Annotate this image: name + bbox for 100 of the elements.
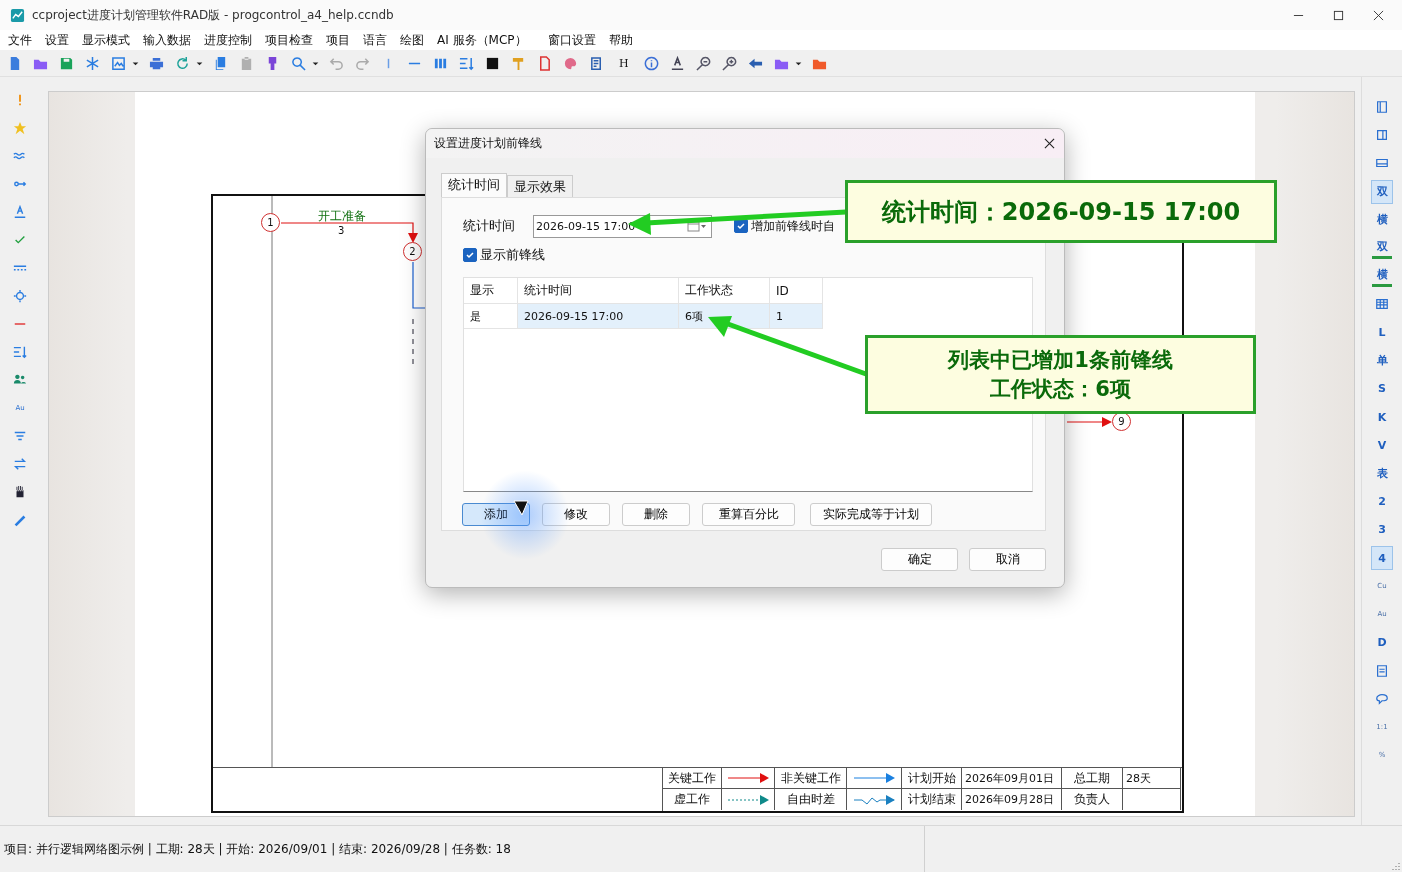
legend-arrow <box>852 792 896 807</box>
checkmark-icon <box>736 221 746 231</box>
table-cell: 1 <box>770 304 823 329</box>
legend-label: 虚工作 <box>663 789 722 810</box>
app-icon <box>10 7 25 23</box>
zoom-in-icon[interactable] <box>721 55 737 71</box>
document-icon[interactable] <box>537 55 552 71</box>
dialog-button[interactable]: 取消 <box>969 548 1046 571</box>
swap-icon[interactable] <box>13 457 27 471</box>
view-button[interactable]: 双 <box>1372 237 1392 259</box>
view-button[interactable]: S <box>1372 377 1392 400</box>
close-icon[interactable] <box>1373 9 1384 21</box>
printer-icon[interactable] <box>149 55 164 71</box>
zoom-out-icon[interactable] <box>695 55 711 71</box>
legend-label: 自由时差 <box>775 789 847 810</box>
view-button[interactable]: 4 <box>1371 546 1393 571</box>
menu-item[interactable]: 显示模式 <box>82 31 130 49</box>
window-title: ccproject进度计划管理软件RAD版 - progcontrol_a4_help.ccndb <box>32 6 394 24</box>
menu-item[interactable]: AI 服务（MCP） <box>437 31 527 49</box>
gear-icon[interactable] <box>13 289 27 303</box>
palette-icon[interactable] <box>563 55 578 71</box>
status-text: 项目: 并行逻辑网络图示例 | 工期: 28天 | 开始: 2026/09/01 | 结束: 2026/09/28 | 任务数: 18 <box>3 840 512 858</box>
view-button[interactable]: 横 <box>1372 208 1392 231</box>
search-icon[interactable] <box>291 55 306 71</box>
menu-item[interactable]: 窗口设置 <box>547 31 596 49</box>
info-value: 28天 <box>1123 768 1181 789</box>
view-button[interactable]: L <box>1372 321 1392 344</box>
callout-text: 统计时间：2026-09-15 17:00 <box>881 196 1241 228</box>
contrast-icon[interactable] <box>485 55 500 71</box>
callout-text: 列表中已增加1条前锋线 <box>948 346 1173 374</box>
paste-icon[interactable] <box>239 55 254 71</box>
view-button[interactable]: V <box>1372 434 1392 457</box>
image-icon[interactable] <box>111 55 126 71</box>
dialog-title: 设置进度计划前锋线 <box>434 135 542 152</box>
view-button[interactable]: 表 <box>1372 462 1392 485</box>
info-label: 计划开始 <box>902 768 962 789</box>
legend-label: 关键工作 <box>663 768 722 789</box>
close-icon[interactable] <box>1044 138 1055 149</box>
people-icon[interactable] <box>13 373 27 387</box>
save-icon[interactable] <box>59 55 74 71</box>
cursor-icon <box>513 500 529 516</box>
maximize-icon[interactable] <box>1333 9 1344 21</box>
filter-icon[interactable] <box>13 429 27 443</box>
view-button[interactable]: 横 <box>1372 265 1392 287</box>
copy-icon[interactable] <box>213 55 228 71</box>
menu-item[interactable]: 语言 <box>363 31 387 49</box>
column-header[interactable]: 显示 <box>464 278 518 304</box>
view-button[interactable]: 单 <box>1372 349 1392 372</box>
asterisk-icon[interactable] <box>85 55 100 71</box>
menu-item[interactable]: 项目检查 <box>265 31 313 49</box>
view-button[interactable]: 双 <box>1371 179 1393 204</box>
refresh-icon[interactable] <box>175 55 190 71</box>
menu-item[interactable]: 绘图 <box>400 31 424 49</box>
node-circle: 2 <box>403 242 422 261</box>
action-button[interactable]: 重算百分比 <box>702 503 795 526</box>
sort-icon[interactable] <box>459 55 474 71</box>
legend-arrow <box>726 792 770 807</box>
table-row[interactable]: 是 2026-09-15 17:00 6项 1 <box>464 304 823 329</box>
view-button[interactable]: 3 <box>1372 518 1392 541</box>
legend-label: 非关键工作 <box>775 768 847 789</box>
tab[interactable]: 显示效果 <box>507 175 573 197</box>
info-value: 2026年09月28日 <box>962 789 1062 810</box>
action-button[interactable]: 添加 <box>462 503 530 526</box>
checkbox-label[interactable]: 增加前锋线时自 <box>751 217 835 235</box>
sort-icon[interactable] <box>13 345 27 359</box>
checkbox[interactable] <box>463 248 477 262</box>
tab[interactable]: 统计时间 <box>441 173 507 197</box>
text-size-icon[interactable] <box>669 55 685 71</box>
text-size-icon[interactable] <box>13 205 27 219</box>
dummy-line <box>412 318 414 367</box>
view-button[interactable]: D <box>1372 631 1392 654</box>
menu-item[interactable]: 设置 <box>45 31 69 49</box>
info-icon[interactable] <box>643 55 659 71</box>
view-button[interactable]: 2 <box>1372 490 1392 513</box>
legend-arrow <box>852 771 896 785</box>
field-label: 统计时间 <box>463 217 516 235</box>
menu-item[interactable]: 帮助 <box>608 31 633 49</box>
menu-item[interactable]: 文件 <box>8 31 32 49</box>
resize-grip-icon[interactable] <box>1390 860 1400 870</box>
star-icon[interactable] <box>13 121 27 135</box>
edit-icon[interactable] <box>589 55 604 71</box>
task-name: 开工准备 <box>318 208 366 225</box>
info-value: 2026年09月01日 <box>962 768 1062 789</box>
table-cell: 2026-09-15 17:00 <box>518 304 679 329</box>
heading-button[interactable]: H <box>615 56 633 70</box>
info-label: 总工期 <box>1062 768 1123 789</box>
pencil-icon[interactable] <box>13 513 27 527</box>
legend-arrow <box>726 771 770 785</box>
view-button[interactable]: K <box>1372 406 1392 429</box>
critical-arrow <box>1066 417 1112 427</box>
menu-item[interactable]: 项目 <box>326 31 350 49</box>
menu-item[interactable]: 进度控制 <box>204 31 252 49</box>
checkbox-label[interactable]: 显示前锋线 <box>480 246 545 264</box>
info-label: 计划结束 <box>902 789 962 810</box>
action-button[interactable]: 删除 <box>622 503 690 526</box>
calendar-icon[interactable] <box>687 220 707 232</box>
dialog-button[interactable]: 确定 <box>881 548 958 571</box>
action-button[interactable]: 实际完成等于计划 <box>810 503 932 526</box>
action-button[interactable]: 修改 <box>542 503 610 526</box>
menu-item[interactable]: 输入数据 <box>143 31 191 49</box>
